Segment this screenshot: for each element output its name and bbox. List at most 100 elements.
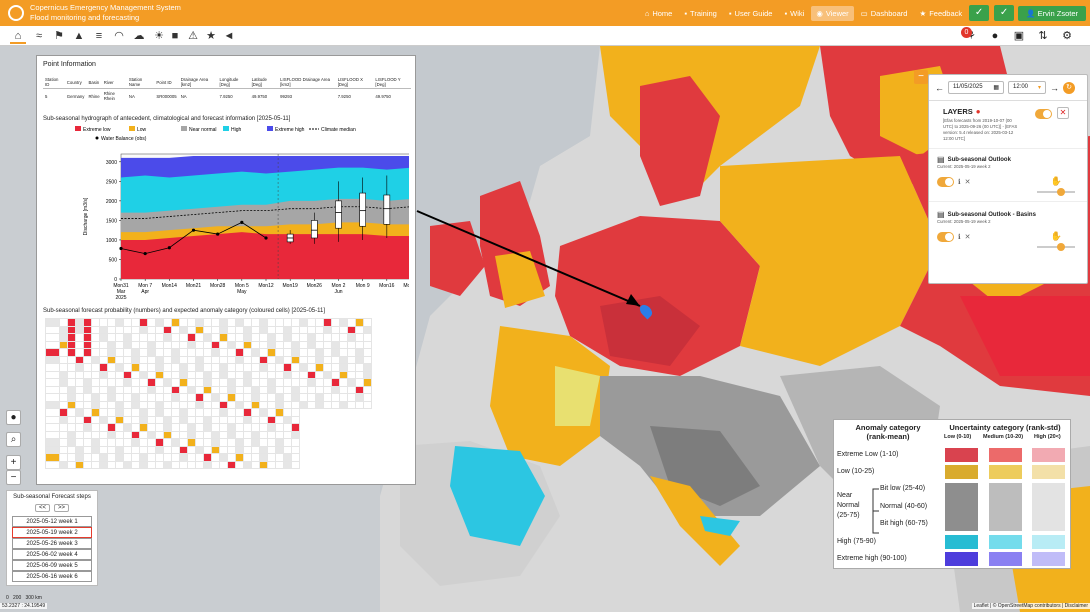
water-balance-point — [216, 232, 220, 236]
opacity-hand-icon[interactable]: ✋ — [1051, 176, 1062, 187]
settings-gear-icon[interactable]: ⚙ — [1058, 28, 1076, 44]
waves-icon[interactable]: ≈ — [31, 28, 47, 44]
steps-title: Sub-seasonal Forecast steps — [13, 494, 91, 500]
river-gauge-icon[interactable]: ⚑ — [51, 28, 67, 44]
probability-cell — [259, 400, 268, 409]
step-item[interactable]: 2025-06-02 week 4 — [12, 549, 92, 560]
probability-cell — [99, 340, 108, 349]
step-item[interactable]: 2025-05-12 week 1 — [12, 516, 92, 527]
drought-icon[interactable]: ☀ — [151, 28, 167, 44]
probability-cell — [251, 370, 260, 379]
probability-cell — [291, 400, 300, 409]
probability-cell — [67, 430, 76, 439]
previous-date-icon[interactable]: ← — [935, 83, 944, 93]
box-iqr — [311, 220, 318, 239]
remove-layer-icon[interactable]: ✕ — [965, 178, 971, 186]
nav-user-guide[interactable]: ▪ User Guide — [724, 6, 778, 21]
probability-cell — [91, 393, 100, 402]
info-icon[interactable]: ℹ — [958, 178, 961, 186]
probability-cell — [179, 385, 188, 394]
layer2-slider-knob[interactable] — [1057, 243, 1065, 251]
probability-cell — [227, 453, 236, 462]
layer1-slider-knob[interactable] — [1057, 188, 1065, 196]
layer2-toggle[interactable] — [937, 231, 954, 242]
probability-cell — [203, 408, 212, 417]
next-date-icon[interactable]: → — [1050, 83, 1059, 93]
nav-training[interactable]: ▪ Training — [679, 6, 722, 21]
step-item[interactable]: 2025-05-26 week 3 — [12, 538, 92, 549]
probability-cell — [259, 348, 268, 357]
probability-cell — [275, 460, 284, 469]
hydrograph-chart: Extreme low Low Near normal High Extreme hig… — [75, 126, 409, 301]
probability-cell — [75, 445, 84, 454]
opacity-hand-icon[interactable]: ✋ — [1051, 231, 1062, 242]
megaphone-icon[interactable]: ◄ — [221, 28, 237, 44]
layer1-toggle[interactable] — [937, 176, 954, 187]
probability-cell — [115, 460, 124, 469]
probability-cell — [267, 370, 276, 379]
nav-feedback[interactable]: ★ Feedback — [914, 6, 967, 21]
logo[interactable]: Copernicus Emergency Management System F… — [0, 3, 181, 23]
probability-cell — [259, 445, 268, 454]
probability-cell — [195, 370, 204, 379]
warning-icon[interactable]: ⚠ — [185, 28, 201, 44]
probability-cell — [195, 340, 204, 349]
flood-level-icon[interactable]: ▲ — [71, 28, 87, 44]
nav-dashboard[interactable]: ▭ Dashboard — [856, 6, 913, 21]
zoom-out-button[interactable]: − — [6, 470, 21, 485]
water-drop-icon[interactable]: ● — [986, 28, 1004, 44]
layer1-opacity-slider[interactable] — [1037, 188, 1075, 196]
layers-description: [Efas forecasts from 2019-10-07 (00 UTC)… — [943, 118, 1018, 141]
nav-wiki[interactable]: ▪ Wiki — [779, 6, 809, 21]
probability-cell — [195, 393, 204, 402]
step-item[interactable]: 2025-06-09 week 5 — [12, 560, 92, 571]
report-icon[interactable]: ▣ — [1010, 28, 1028, 44]
steps-prev-button[interactable]: << — [34, 504, 50, 512]
probability-cell — [363, 333, 372, 342]
locate-icon[interactable]: ● — [6, 410, 21, 425]
lines-icon[interactable]: ≡ — [91, 28, 107, 44]
probability-cell — [147, 423, 156, 432]
probability-cell — [131, 445, 140, 454]
probability-cell — [171, 393, 180, 402]
flood-house-icon[interactable]: ⌂ — [10, 28, 26, 44]
check-button-2[interactable]: ✓ — [994, 5, 1015, 21]
collapse-panel-button[interactable]: − — [914, 70, 928, 84]
probability-cell — [107, 430, 116, 439]
sort-icon[interactable]: ⇅ — [1034, 28, 1052, 44]
layers-toggle[interactable] — [1035, 109, 1052, 119]
probability-cell — [291, 363, 300, 372]
probability-cell — [91, 318, 100, 327]
x-tick-label: Mon21 — [186, 283, 202, 289]
steps-next-button[interactable]: >> — [54, 504, 70, 512]
probability-cell — [139, 393, 148, 402]
refresh-icon[interactable]: ↻ — [1063, 81, 1075, 94]
layer2-opacity-slider[interactable] — [1037, 243, 1075, 251]
date-picker[interactable]: 11/05/2025 ▦ — [948, 81, 1004, 94]
video-icon[interactable]: ■ — [167, 28, 183, 44]
legend-label: Extreme low — [83, 127, 111, 133]
gauge-icon[interactable]: ◠ — [111, 28, 127, 44]
swatch — [989, 552, 1022, 566]
clear-layers-button[interactable]: ✕ — [1057, 107, 1069, 119]
remove-layer-icon[interactable]: ✕ — [965, 233, 971, 241]
step-item-selected[interactable]: 2025-05-19 week 2 — [12, 527, 92, 538]
check-button-1[interactable]: ✓ — [969, 5, 990, 21]
zoom-in-button[interactable]: + — [6, 455, 21, 470]
user-menu-button[interactable]: 👤 Ervin Zsoter — [1018, 5, 1086, 21]
probability-cell — [115, 415, 124, 424]
favorite-star-icon[interactable]: ★ — [203, 28, 219, 44]
nav-viewer[interactable]: ◉ Viewer — [811, 5, 854, 21]
search-icon[interactable]: ⌕ — [6, 432, 21, 447]
probability-cell — [67, 438, 76, 447]
probability-cell — [139, 378, 148, 387]
probability-cell — [323, 385, 332, 394]
info-icon[interactable]: ℹ — [958, 233, 961, 241]
step-item[interactable]: 2025-06-16 week 6 — [12, 571, 92, 582]
probability-cell — [307, 385, 316, 394]
nav-home[interactable]: ⌂ Home — [640, 6, 678, 21]
time-select[interactable]: 12:00 ▾ — [1008, 81, 1046, 94]
map-attribution[interactable]: Leaflet | © OpenStreetMap contributors |… — [971, 603, 1090, 609]
cloud-rain-icon[interactable]: ☁ — [131, 28, 147, 44]
probability-cell — [243, 325, 252, 334]
